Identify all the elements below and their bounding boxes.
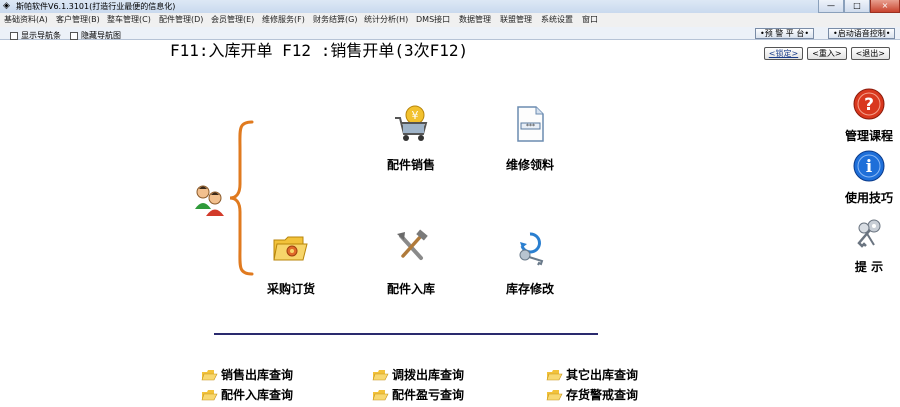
course-link[interactable]: ? 管理课程 — [838, 88, 900, 144]
folder-icon — [201, 389, 218, 400]
toolbar: 显示导航条 隐藏导航图 •预 警 平 台• •启动语音控制• — [0, 27, 900, 40]
menu-service[interactable]: 维修服务(F) — [262, 13, 305, 27]
query-label: 销售出库查询 — [221, 368, 294, 382]
menu-basic-data[interactable]: 基础资料(A) — [4, 13, 48, 27]
shopping-cart-icon: ¥ — [391, 104, 431, 144]
tips-link[interactable]: i 使用技巧 — [838, 150, 900, 206]
menu-member[interactable]: 会员管理(E) — [211, 13, 254, 27]
parts-sales-tile[interactable]: ¥ 配件销售 — [361, 104, 461, 173]
exit-label: 退出 — [862, 49, 879, 58]
document-form-icon: *** — [510, 104, 550, 144]
menu-finance[interactable]: 财务结算(G) — [313, 13, 357, 27]
parts-sales-label: 配件销售 — [386, 158, 435, 172]
menu-data[interactable]: 数据管理 — [459, 13, 491, 27]
users-icon — [193, 183, 227, 221]
repair-pick-tile[interactable]: *** 维修领料 — [480, 104, 580, 173]
parts-inbound-tile[interactable]: 配件入库 — [361, 228, 461, 297]
parts-gainloss-query-link[interactable]: 配件盈亏查询 — [372, 386, 464, 403]
folder-icon — [372, 389, 389, 400]
action-buttons: <锁定> <重入> <退出> — [763, 47, 890, 60]
query-label: 存货警戒查询 — [566, 388, 639, 402]
show-nav-bar-checkbox[interactable]: 显示导航条 — [10, 29, 61, 42]
parts-in-query-link[interactable]: 配件入库查询 — [201, 386, 293, 403]
help-question-icon: ? — [853, 88, 885, 120]
menu-settings[interactable]: 系统设置 — [541, 13, 573, 27]
key-refresh-icon — [510, 228, 550, 268]
window-controls: — □ × — [818, 0, 900, 13]
folder-icon — [201, 369, 218, 380]
reenter-button[interactable]: <重入> — [807, 47, 847, 60]
tips-label: 使用技巧 — [844, 191, 893, 205]
menu-window[interactable]: 窗口 — [582, 13, 598, 27]
info-icon: i — [853, 150, 885, 182]
hint-label: 提 示 — [854, 260, 884, 274]
section-divider — [214, 333, 598, 335]
menu-customer[interactable]: 客户管理(B) — [56, 13, 100, 27]
exit-button[interactable]: <退出> — [850, 47, 890, 60]
close-button[interactable]: × — [870, 0, 900, 13]
folder-icon — [372, 369, 389, 380]
transfer-out-query-link[interactable]: 调拨出库查询 — [372, 366, 464, 383]
reenter-label: 重入 — [818, 49, 835, 58]
menu-bar: 基础资料(A) 客户管理(B) 整车管理(C) 配件管理(D) 会员管理(E) … — [0, 13, 900, 27]
checkbox-label: 隐藏导航图 — [81, 31, 121, 40]
stock-alert-query-link[interactable]: 存货警戒查询 — [546, 386, 638, 403]
parts-inbound-label: 配件入库 — [386, 282, 435, 296]
menu-alliance[interactable]: 联盟管理 — [500, 13, 532, 27]
wrench-hammer-icon — [391, 228, 431, 268]
folder-icon — [546, 369, 563, 380]
svg-text:¥: ¥ — [412, 109, 419, 122]
window-title: 斯帕软件V6.1.3101(打造行业最便的信息化) — [16, 2, 176, 11]
menu-statistics[interactable]: 统计分析(H) — [364, 13, 408, 27]
hide-nav-map-checkbox[interactable]: 隐藏导航图 — [70, 29, 121, 42]
purchase-order-tile[interactable]: 采购订货 — [241, 228, 341, 297]
voice-control-button[interactable]: •启动语音控制• — [828, 28, 896, 39]
query-label: 其它出库查询 — [566, 368, 639, 382]
hotkey-hint: F11:入库开单 F12 :销售开单(3次F12) — [170, 41, 469, 60]
stock-modify-label: 库存修改 — [505, 282, 554, 296]
query-label: 配件入库查询 — [221, 388, 294, 402]
sales-out-query-link[interactable]: 销售出库查询 — [201, 366, 293, 383]
checkbox-box[interactable] — [70, 31, 78, 40]
svg-text:?: ? — [864, 95, 874, 115]
query-label: 调拨出库查询 — [392, 368, 465, 382]
other-out-query-link[interactable]: 其它出库查询 — [546, 366, 638, 383]
checkbox-label: 显示导航条 — [21, 31, 61, 40]
hint-link[interactable]: 提 示 — [838, 217, 900, 275]
svg-text:i: i — [866, 157, 873, 177]
folder-gear-icon — [271, 228, 311, 268]
stock-modify-tile[interactable]: 库存修改 — [480, 228, 580, 297]
repair-pick-label: 维修领料 — [505, 158, 554, 172]
keys-icon — [857, 219, 881, 248]
minimize-button[interactable]: — — [818, 0, 844, 13]
window-titlebar: ◈ 斯帕软件V6.1.3101(打造行业最便的信息化) — □ × — [0, 0, 900, 13]
lock-label: 锁定 — [775, 49, 792, 58]
menu-vehicle[interactable]: 整车管理(C) — [107, 13, 151, 27]
lock-button[interactable]: <锁定> — [763, 47, 804, 60]
menu-parts[interactable]: 配件管理(D) — [159, 13, 203, 27]
warning-platform-button[interactable]: •预 警 平 台• — [755, 28, 815, 39]
folder-icon — [546, 389, 563, 400]
maximize-button[interactable]: □ — [844, 0, 870, 13]
purchase-order-label: 采购订货 — [266, 282, 315, 296]
app-logo-icon: ◈ — [3, 1, 10, 11]
course-label: 管理课程 — [844, 129, 893, 143]
svg-text:***: *** — [526, 123, 535, 130]
menu-dms[interactable]: DMS接口 — [416, 13, 450, 27]
checkbox-box[interactable] — [10, 31, 18, 40]
query-label: 配件盈亏查询 — [392, 388, 465, 402]
